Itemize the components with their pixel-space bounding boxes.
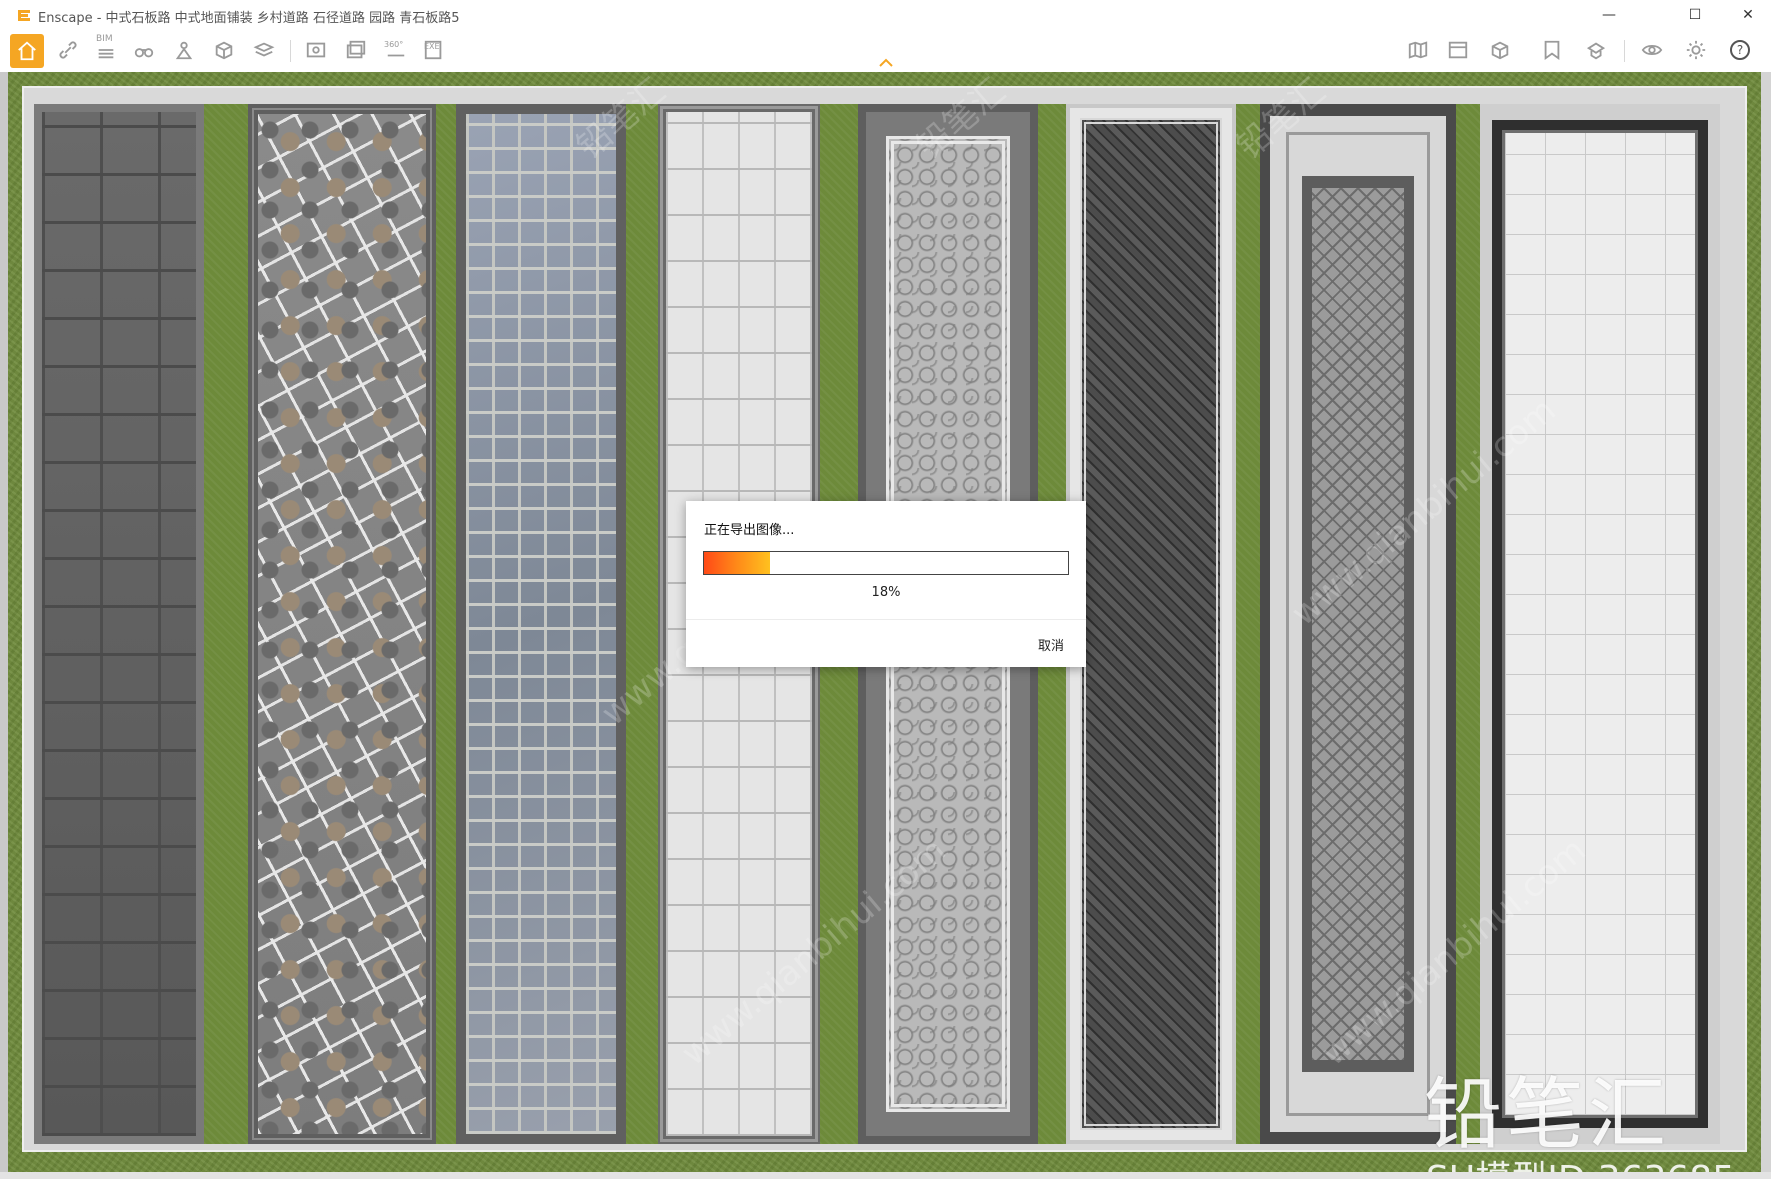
minimize-button[interactable]: — — [1586, 0, 1632, 30]
export-progress-dialog: 正在导出图像... 18% 取消 — [686, 501, 1086, 667]
exe-export-button[interactable]: EXE — [420, 36, 448, 64]
bookmark-icon — [1544, 40, 1560, 61]
model-id-watermark: SU模型ID:363685 — [1426, 1150, 1735, 1172]
brand-watermark: 铅笔汇 — [1424, 1070, 1671, 1160]
cube-icon — [1491, 41, 1509, 60]
map-button[interactable] — [1404, 36, 1432, 64]
paving-strip-crazy-stone — [248, 104, 436, 1144]
paving-strip-cobblestone — [456, 104, 626, 1144]
enscape-logo-icon — [18, 10, 30, 21]
help-label: ? — [1736, 43, 1744, 57]
dialog-divider — [686, 619, 1086, 620]
cancel-button[interactable]: 取消 — [1038, 635, 1064, 654]
binoculars-icon — [134, 48, 154, 58]
grass-gap — [1456, 104, 1480, 1144]
paving-strip-lattice — [1260, 104, 1456, 1144]
toolbar-separator — [290, 40, 291, 62]
visual-settings-button[interactable] — [1638, 36, 1666, 64]
paving-strip-herringbone — [1066, 104, 1236, 1144]
layers-button[interactable] — [250, 36, 278, 64]
dialog-title: 正在导出图像... — [704, 523, 795, 538]
grass-gap — [436, 104, 456, 1144]
title-bar: Enscape - 中式石板路 中式地面铺装 乡村道路 石径道路 园路 青石板路… — [0, 0, 1771, 30]
lattice-panel — [1312, 188, 1404, 1060]
settings-button[interactable] — [1682, 36, 1710, 64]
batch-render-button[interactable] — [342, 36, 370, 64]
progress-fill — [704, 552, 770, 574]
cube-button[interactable] — [210, 36, 238, 64]
image-export-icon — [306, 42, 326, 58]
window-left-edge — [0, 72, 8, 1179]
views-button[interactable] — [1538, 36, 1566, 64]
eye-icon — [1641, 44, 1663, 56]
map-icon — [1408, 41, 1428, 59]
link-icon — [59, 41, 77, 59]
screenshot-button[interactable] — [302, 36, 330, 64]
layers-icon — [253, 42, 275, 57]
grass-gap — [1236, 104, 1260, 1144]
cube-view-button[interactable] — [1486, 36, 1514, 64]
help-icon: ? — [1730, 40, 1750, 60]
panorama-button[interactable]: 360° — [382, 36, 410, 64]
paving-strip-granite-tile — [1480, 104, 1720, 1144]
material-button[interactable] — [1582, 36, 1610, 64]
collapse-toolbar-icon[interactable] — [878, 58, 894, 68]
binoculars-button[interactable] — [130, 36, 158, 64]
cube-grid-icon — [215, 41, 233, 60]
export-progress-bar — [703, 551, 1069, 575]
maximize-button[interactable]: ☐ — [1672, 0, 1718, 30]
panorama-label: 360° — [384, 40, 404, 49]
window-right-edge — [1761, 72, 1771, 1179]
material-icon — [1586, 42, 1606, 60]
gear-icon — [1686, 40, 1706, 60]
link-button[interactable] — [54, 36, 82, 64]
home-button[interactable] — [10, 34, 44, 68]
person-button[interactable] — [170, 36, 198, 64]
bim-label: BIM — [96, 34, 113, 44]
asset-library-icon — [1448, 41, 1468, 59]
paving-strip-slate — [34, 104, 204, 1144]
granite-tile-panel — [1502, 130, 1698, 1118]
progress-percent: 18% — [871, 585, 901, 600]
toolbar-separator — [1624, 40, 1625, 62]
batch-render-icon — [346, 40, 366, 59]
grass-gap — [204, 104, 248, 1144]
grass-gap — [626, 104, 658, 1144]
herringbone-panel — [1080, 118, 1222, 1130]
window-bottom-edge — [0, 1172, 1771, 1179]
person-icon — [175, 41, 193, 60]
asset-library-button[interactable] — [1444, 36, 1472, 64]
exe-label: EXE — [424, 42, 440, 51]
help-button[interactable]: ? — [1726, 36, 1754, 64]
window-title: Enscape - 中式石板路 中式地面铺装 乡村道路 石径道路 园路 青石板路… — [38, 11, 460, 26]
home-icon — [18, 41, 36, 61]
bim-button[interactable]: BIM — [92, 34, 120, 64]
close-button[interactable]: ✕ — [1725, 0, 1771, 30]
